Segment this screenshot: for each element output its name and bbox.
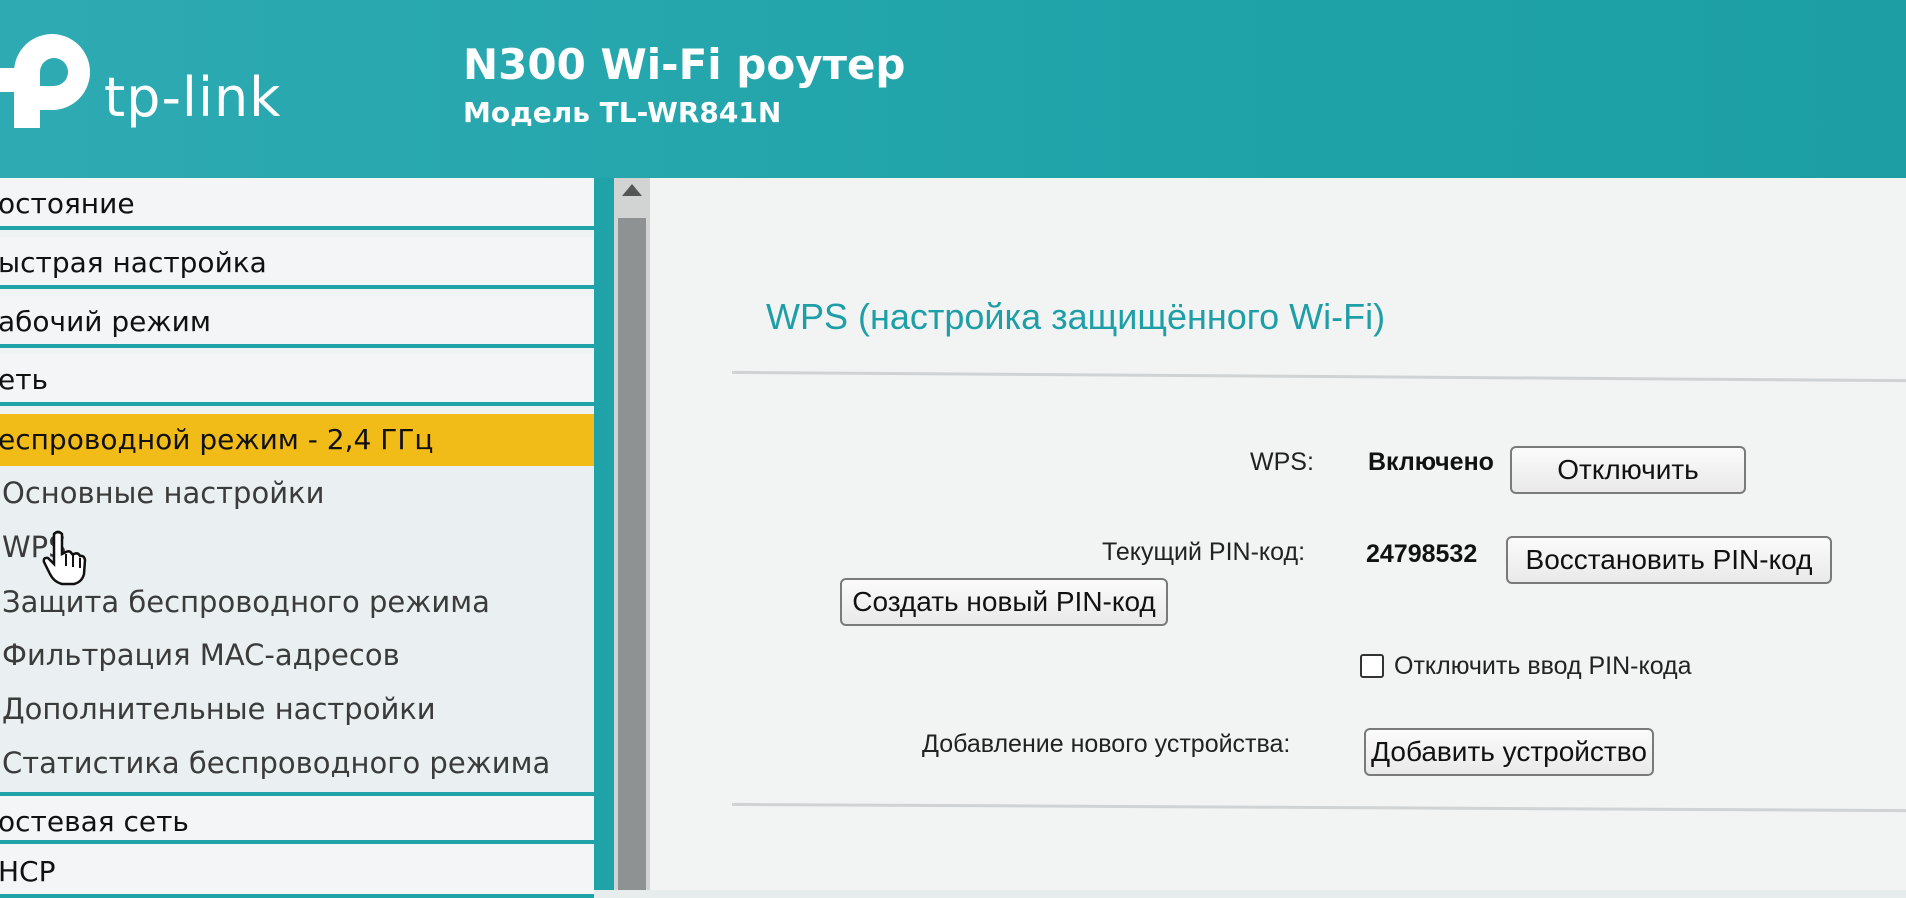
submenu-item-label: Статистика беспроводного режима xyxy=(2,746,551,780)
header-bar: tp-link N300 Wi-Fi роутер Модель TL-WR84… xyxy=(0,0,1906,180)
submenu-item-statistics[interactable]: Статистика беспроводного режима xyxy=(0,738,594,792)
submenu-item-label: Основные настройки xyxy=(2,476,325,510)
disable-wps-button[interactable]: Отключить xyxy=(1510,446,1746,494)
brand-text: tp-link xyxy=(104,66,282,129)
submenu-item-basic-settings[interactable]: Основные настройки xyxy=(0,468,594,522)
sidebar-item-dhcp[interactable]: HCP xyxy=(0,846,594,898)
submenu-item-mac-filtering[interactable]: Фильтрация MAC-адресов xyxy=(0,630,594,684)
sidebar-item-status[interactable]: остояние xyxy=(0,178,594,230)
sidebar-item-label: еспроводной режим - 2,4 ГГц xyxy=(0,423,434,456)
main-content xyxy=(650,178,1906,890)
pin-label: Текущий PIN-код: xyxy=(1102,538,1306,566)
sidebar-item-label: еть xyxy=(0,363,49,396)
disable-pin-checkbox[interactable] xyxy=(1360,654,1384,678)
sidebar-item-quick-setup[interactable]: ыстрая настройка xyxy=(0,237,594,289)
sidebar-item-operation-mode[interactable]: абочий режим xyxy=(0,296,594,348)
sidebar-item-label: остевая сеть xyxy=(0,805,189,838)
submenu-item-label: Фильтрация MAC-адресов xyxy=(2,638,400,672)
sidebar-item-network[interactable]: еть xyxy=(0,354,594,406)
sidebar-item-label: остояние xyxy=(0,187,135,220)
submenu-item-label: Защита беспроводного режима xyxy=(2,585,490,619)
create-new-pin-button[interactable]: Создать новый PIN-код xyxy=(840,578,1168,626)
submenu-item-wireless-security[interactable]: Защита беспроводного режима xyxy=(0,577,594,631)
disable-pin-label[interactable]: Отключить ввод PIN-кода xyxy=(1394,652,1692,681)
add-device-button[interactable]: Добавить устройство xyxy=(1364,728,1654,776)
sidebar-divider xyxy=(594,178,614,890)
submenu-item-label: Дополнительные настройки xyxy=(2,692,436,726)
restore-pin-button[interactable]: Восстановить PIN-код xyxy=(1506,536,1832,584)
submenu-item-wps[interactable]: WPS xyxy=(0,522,594,576)
submenu-item-advanced[interactable]: Дополнительные настройки xyxy=(0,684,594,738)
pin-value: 24798532 xyxy=(1366,540,1478,568)
sidebar-item-label: абочий режим xyxy=(0,305,211,338)
sidebar-item-guest-network[interactable]: остевая сеть xyxy=(0,792,594,844)
product-model: Модель TL-WR841N xyxy=(463,96,782,129)
sidebar-menu: остояние ыстрая настройка абочий режим е… xyxy=(0,178,594,898)
add-device-label: Добавление нового устройства: xyxy=(922,730,1291,758)
sidebar-item-wireless-24[interactable]: еспроводной режим - 2,4 ГГц xyxy=(0,414,594,466)
wps-label: WPS: xyxy=(1250,448,1314,476)
hand-cursor-icon xyxy=(42,530,87,586)
scroll-up-arrow-icon[interactable] xyxy=(622,184,642,196)
wps-status: Включено xyxy=(1368,448,1494,476)
scrollbar-thumb[interactable] xyxy=(618,218,646,890)
sidebar-item-label: HCP xyxy=(0,855,56,888)
sidebar-item-label: ыстрая настройка xyxy=(0,246,267,279)
product-title: N300 Wi-Fi роутер xyxy=(463,40,906,89)
page-title: WPS (настройка защищённого Wi-Fi) xyxy=(766,296,1386,337)
